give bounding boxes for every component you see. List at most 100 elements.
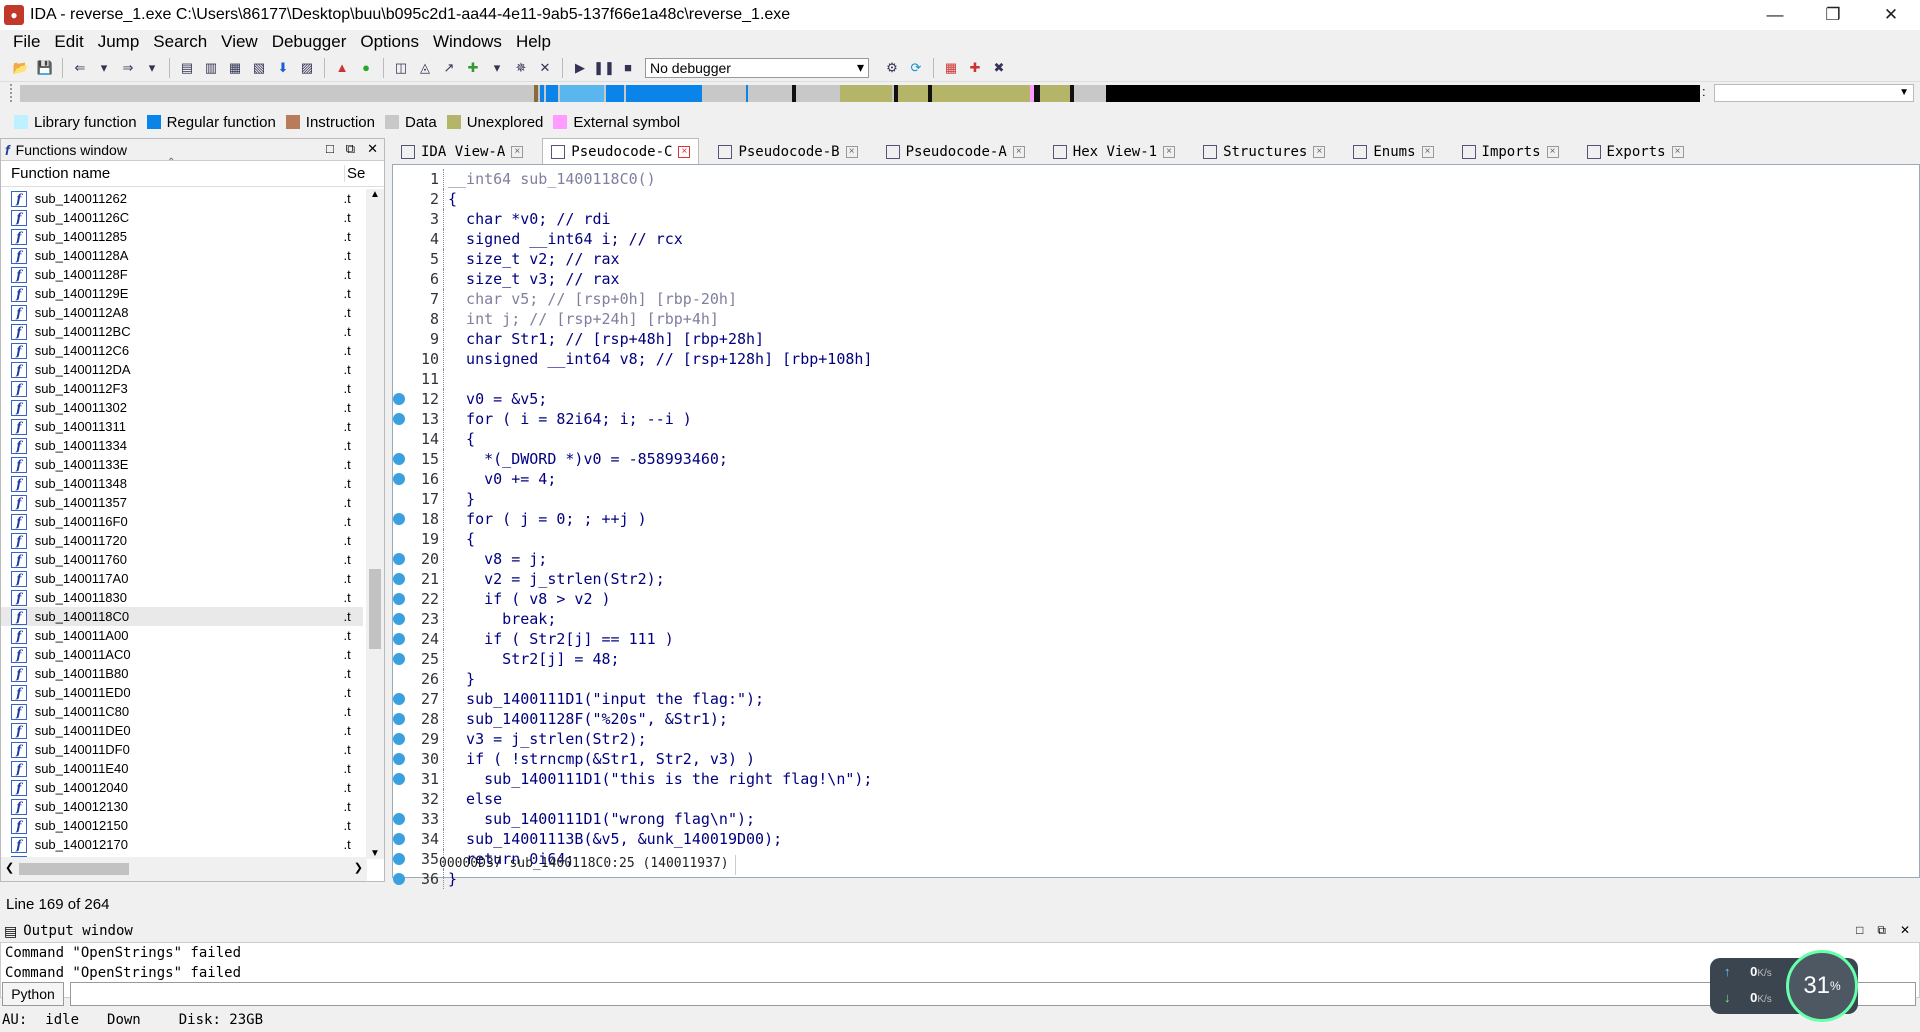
code-line[interactable]: 7 char v5; // [rsp+0h] [rbp-20h] [393,289,1919,309]
code-line[interactable]: 12 v0 = &v5; [393,389,1919,409]
close-icon[interactable]: ✕ [367,141,378,157]
tab-pseudocode-c[interactable]: Pseudocode-C × [542,138,700,164]
add-breakpoint-icon[interactable]: ✚ [964,57,986,79]
code-line[interactable]: 9 char Str1; // [rsp+48h] [rbp+28h] [393,329,1919,349]
code-line[interactable]: 33 sub_1400111D1("wrong flag\n"); [393,809,1919,829]
save-icon[interactable]: 💾 [34,57,56,79]
tab-hex-view-1[interactable]: Hex View-1 × [1044,140,1184,164]
close-icon[interactable]: × [511,146,524,158]
menu-help[interactable]: Help [509,32,558,52]
breakpoint-dot-icon[interactable] [393,393,405,405]
code-line[interactable]: 31 sub_1400111D1("this is the right flag… [393,769,1919,789]
function-row[interactable]: f sub_1400112DA .t [1,360,363,379]
code-line[interactable]: 32 else [393,789,1919,809]
breakpoint-dot-icon[interactable] [393,833,405,845]
code-line[interactable]: 22 if ( v8 > v2 ) [393,589,1919,609]
code-line[interactable]: 25 Str2[j] = 48; [393,649,1919,669]
breakpoint-dot-icon[interactable] [393,653,405,665]
debugger-select[interactable]: No debugger ▾ [645,57,869,78]
close-icon[interactable]: × [1546,146,1559,158]
function-row[interactable]: f sub_14001129E .t [1,284,363,303]
breakpoint-dot-icon[interactable] [393,553,405,565]
breakpoint-dot-icon[interactable] [393,593,405,605]
scroll-right-icon[interactable]: ❯ [354,861,363,874]
breakpoint-dot-icon[interactable] [393,513,405,525]
code-line[interactable]: 6 size_t v3; // rax [393,269,1919,289]
jump-down-arrow-icon[interactable]: ⬇ [272,57,294,79]
code-line[interactable]: 11 [393,369,1919,389]
back-arrow-icon[interactable]: ⇐ [69,57,91,79]
function-row[interactable]: f sub_1400112BC .t [1,322,363,341]
code-line[interactable]: 18 for ( j = 0; ; ++j ) [393,509,1919,529]
function-row[interactable]: f sub_140011AC0 .t [1,645,363,664]
function-row[interactable]: f sub_1400112C6 .t [1,341,363,360]
tab-imports[interactable]: Imports × [1453,140,1568,164]
breakpoint-dot-icon[interactable] [393,693,405,705]
code-line[interactable]: 4 signed __int64 i; // rcx [393,229,1919,249]
function-row[interactable]: f sub_140011C80 .t [1,702,363,721]
tab-exports[interactable]: Exports × [1578,140,1693,164]
function-row[interactable]: f sub_1400112A8 .t [1,303,363,322]
code-line[interactable]: 30 if ( !strncmp(&Str1, Str2, v3) ) [393,749,1919,769]
struct-icon[interactable]: ◫ [390,57,412,79]
code-line[interactable]: 5 size_t v2; // rax [393,249,1919,269]
breakpoint-dot-icon[interactable] [393,733,405,745]
code-line[interactable]: 16 v0 += 4; [393,469,1919,489]
function-row[interactable]: f sub_140011ED0 .t [1,683,363,702]
code-line[interactable]: 24 if ( Str2[j] == 111 ) [393,629,1919,649]
image-icon[interactable]: ▲ [331,57,353,79]
function-row[interactable]: f sub_140011262 .t [1,189,363,208]
code-line[interactable]: 34 sub_14001113B(&v5, &unk_140019D00); [393,829,1919,849]
open-file-icon[interactable]: 📂 [10,57,32,79]
tab-structures[interactable]: Structures × [1194,140,1334,164]
breakpoint-dot-icon[interactable] [393,873,405,885]
code-line[interactable]: 8 int j; // [rsp+24h] [rbp+4h] [393,309,1919,329]
pause-icon[interactable]: ❚❚ [593,57,615,79]
breakpoint-dot-icon[interactable] [393,413,405,425]
code-line[interactable]: 20 v8 = j; [393,549,1919,569]
functions-horizontal-scrollbar[interactable]: ❮ ❯ [1,857,367,881]
code-line[interactable]: 27 sub_1400111D1("input the flag:"); [393,689,1919,709]
scroll-thumb[interactable] [19,863,129,875]
settings-icon[interactable]: ✵ [510,57,532,79]
breakpoint-dot-icon[interactable] [393,773,405,785]
function-row[interactable]: f sub_14001128A .t [1,246,363,265]
tab-ida-view-a[interactable]: IDA View-A × [392,140,532,164]
search-binary-icon[interactable]: ▥ [200,57,222,79]
python-language-button[interactable]: Python [2,982,64,1006]
python-command-input[interactable] [70,982,1916,1006]
function-row[interactable]: f sub_14001133E .t [1,455,363,474]
breakpoint-dot-icon[interactable] [393,573,405,585]
functions-vertical-scrollbar[interactable]: ▲ ▼ [366,189,384,859]
code-line[interactable]: 3 char *v0; // rdi [393,209,1919,229]
code-line[interactable]: 13 for ( i = 82i64; i; --i ) [393,409,1919,429]
function-row[interactable]: f sub_140011311 .t [1,417,363,436]
function-row[interactable]: f sub_1400117A0 .t [1,569,363,588]
navigation-strip[interactable] [20,85,1700,102]
function-row[interactable]: f sub_14001126C .t [1,208,363,227]
maximize-button[interactable]: ❐ [1804,0,1862,30]
drag-grip[interactable] [10,84,16,102]
function-row[interactable]: f sub_140011760 .t [1,550,363,569]
delete-breakpoint-icon[interactable]: ✖ [988,57,1010,79]
network-speed-widget[interactable]: ↑ 0K/s ↓ 0K/s 31% [1710,950,1858,1022]
close-icon[interactable]: × [678,145,691,158]
code-line[interactable]: 28 sub_14001128F("%20s", &Str1); [393,709,1919,729]
close-icon[interactable]: × [1012,146,1025,158]
code-line[interactable]: 17 } [393,489,1919,509]
column-segment[interactable]: Se [344,165,365,182]
search-next-icon[interactable]: ▧ [248,57,270,79]
close-button[interactable]: ✕ [1862,0,1920,30]
chevron-down-icon[interactable]: ▾ [486,57,508,79]
minimize-button[interactable]: — [1746,0,1804,30]
function-row[interactable]: f sub_1400118C0 .t [1,607,363,626]
breakpoint-dot-icon[interactable] [393,813,405,825]
code-line[interactable]: 2{ [393,189,1919,209]
forward-arrow-icon[interactable]: ⇒ [117,57,139,79]
code-line[interactable]: 15 *(_DWORD *)v0 = -858993460; [393,449,1919,469]
function-row[interactable]: f sub_140012040 .t [1,778,363,797]
scroll-left-icon[interactable]: ❮ [5,861,14,874]
code-line[interactable]: 19 { [393,529,1919,549]
function-row[interactable]: f sub_140011830 .t [1,588,363,607]
function-row[interactable]: f sub_140011720 .t [1,531,363,550]
